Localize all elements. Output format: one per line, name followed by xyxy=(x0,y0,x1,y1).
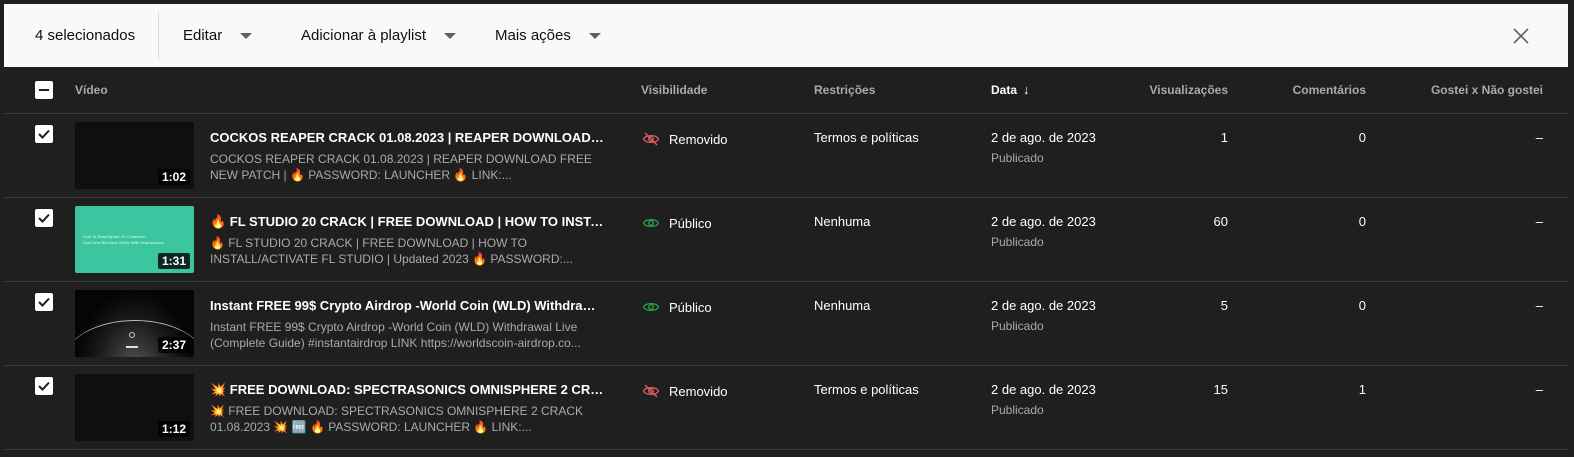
row-checkbox[interactable] xyxy=(35,209,53,227)
column-visibility: Visibilidade xyxy=(641,83,708,97)
date-label: 2 de ago. de 2023 xyxy=(991,214,1096,229)
logo-dot xyxy=(129,332,135,338)
visibility-label: Removido xyxy=(669,383,728,399)
table-row: 1:02 COCKOS REAPER CRACK 01.08.2023 | RE… xyxy=(4,114,1568,198)
views-count: 1 xyxy=(1220,130,1228,145)
sort-arrow-icon: ↓ xyxy=(1023,82,1030,97)
video-thumbnail[interactable]: 2:37 xyxy=(75,290,194,357)
date-label: 2 de ago. de 2023 xyxy=(991,298,1096,313)
date-label: 2 de ago. de 2023 xyxy=(991,382,1096,397)
comments-count: 1 xyxy=(1358,382,1366,397)
comments-count: 0 xyxy=(1358,130,1366,145)
video-title[interactable]: 🔥 FL STUDIO 20 CRACK | FREE DOWNLOAD | H… xyxy=(210,214,605,230)
table-row: 1:12 💥 FREE DOWNLOAD: SPECTRASONICS OMNI… xyxy=(4,366,1568,450)
video-description: COCKOS REAPER CRACK 01.08.2023 | REAPER … xyxy=(210,152,592,182)
chevron-down-icon xyxy=(240,32,253,39)
video-title[interactable]: 💥 FREE DOWNLOAD: SPECTRASONICS OMNISPHER… xyxy=(210,382,605,398)
column-date: Data xyxy=(991,83,1018,97)
selection-toolbar: 4 selecionados Editar Adicionar à playli… xyxy=(4,4,1568,67)
select-all-checkbox[interactable] xyxy=(35,81,53,99)
row-checkbox[interactable] xyxy=(35,125,53,143)
video-thumbnail[interactable]: 1:12 xyxy=(75,374,194,441)
status-label: Publicado xyxy=(991,151,1044,165)
column-comments[interactable]: Comentários xyxy=(1293,67,1366,113)
visibility-control[interactable]: Removido xyxy=(642,382,728,400)
views-count: 5 xyxy=(1220,298,1228,313)
views-count: 60 xyxy=(1213,214,1228,229)
video-duration: 1:12 xyxy=(157,421,190,437)
column-date-sort[interactable]: Data ↓ xyxy=(991,67,1030,113)
likes-value: – xyxy=(1535,298,1543,313)
video-description: 💥 FREE DOWNLOAD: SPECTRASONICS OMNISPHER… xyxy=(210,404,583,434)
restriction-label: Termos e políticas xyxy=(814,382,919,397)
status-label: Publicado xyxy=(991,235,1044,249)
video-title[interactable]: Instant FREE 99$ Crypto Airdrop -World C… xyxy=(210,298,605,313)
button-shape xyxy=(126,346,138,348)
table-header: Vídeo Visibilidade Restrições Data ↓ Visu… xyxy=(4,67,1568,114)
eye-icon xyxy=(642,218,660,228)
likes-value: – xyxy=(1535,130,1543,145)
column-restrictions: Restrições xyxy=(814,83,876,97)
edit-dropdown[interactable]: Editar xyxy=(183,4,253,67)
eye-icon xyxy=(642,302,660,312)
add-playlist-label: Adicionar à playlist xyxy=(301,27,427,44)
restriction-label: Nenhuma xyxy=(814,214,871,229)
visibility-label: Público xyxy=(669,215,712,231)
video-duration: 1:31 xyxy=(157,253,190,269)
visibility-control[interactable]: Removido xyxy=(642,130,728,148)
toolbar-divider xyxy=(158,12,159,59)
status-label: Publicado xyxy=(991,319,1044,333)
column-video: Vídeo xyxy=(75,83,108,97)
table-row: 2:37 Instant FREE 99$ Crypto Airdrop -Wo… xyxy=(4,282,1568,366)
eye-off-icon xyxy=(642,132,660,146)
column-views[interactable]: Visualizações xyxy=(1150,67,1229,113)
visibility-control[interactable]: Público xyxy=(642,214,712,232)
close-icon[interactable] xyxy=(1511,26,1531,46)
video-duration: 1:02 xyxy=(157,169,190,185)
visibility-label: Removido xyxy=(669,131,728,147)
edit-label: Editar xyxy=(183,27,223,44)
eye-off-icon xyxy=(642,384,660,398)
video-duration: 2:37 xyxy=(157,337,190,353)
selected-count: 4 selecionados xyxy=(35,27,136,44)
restriction-label: Termos e políticas xyxy=(814,130,919,145)
row-checkbox[interactable] xyxy=(35,377,53,395)
restriction-label: Nenhuma xyxy=(814,298,871,313)
chevron-down-icon xyxy=(588,32,601,39)
row-checkbox[interactable] xyxy=(35,293,53,311)
video-description: 🔥 FL STUDIO 20 CRACK | FREE DOWNLOAD | H… xyxy=(210,236,573,266)
video-thumbnail[interactable]: Link In Description Or Comment YouTube B… xyxy=(75,206,194,273)
more-actions-label: Mais ações xyxy=(495,27,571,44)
column-likes[interactable]: Gostei x Não gostei xyxy=(1431,67,1543,113)
video-title[interactable]: COCKOS REAPER CRACK 01.08.2023 | REAPER … xyxy=(210,130,605,145)
table-row: Link In Description Or Comment YouTube B… xyxy=(4,198,1568,282)
chevron-down-icon xyxy=(444,32,457,39)
likes-value: – xyxy=(1535,382,1543,397)
video-thumbnail[interactable]: 1:02 xyxy=(75,122,194,189)
visibility-control[interactable]: Público xyxy=(642,298,712,316)
likes-value: – xyxy=(1535,214,1543,229)
add-to-playlist-dropdown[interactable]: Adicionar à playlist xyxy=(301,4,457,67)
more-actions-dropdown[interactable]: Mais ações xyxy=(495,4,601,67)
views-count: 15 xyxy=(1213,382,1228,397)
comments-count: 0 xyxy=(1358,214,1366,229)
comments-count: 0 xyxy=(1358,298,1366,313)
date-label: 2 de ago. de 2023 xyxy=(991,130,1096,145)
visibility-label: Público xyxy=(669,299,712,315)
status-label: Publicado xyxy=(991,403,1044,417)
thumbnail-text: Link In Description Or Comment YouTube B… xyxy=(83,234,164,245)
video-description: Instant FREE 99$ Crypto Airdrop -World C… xyxy=(210,320,581,350)
